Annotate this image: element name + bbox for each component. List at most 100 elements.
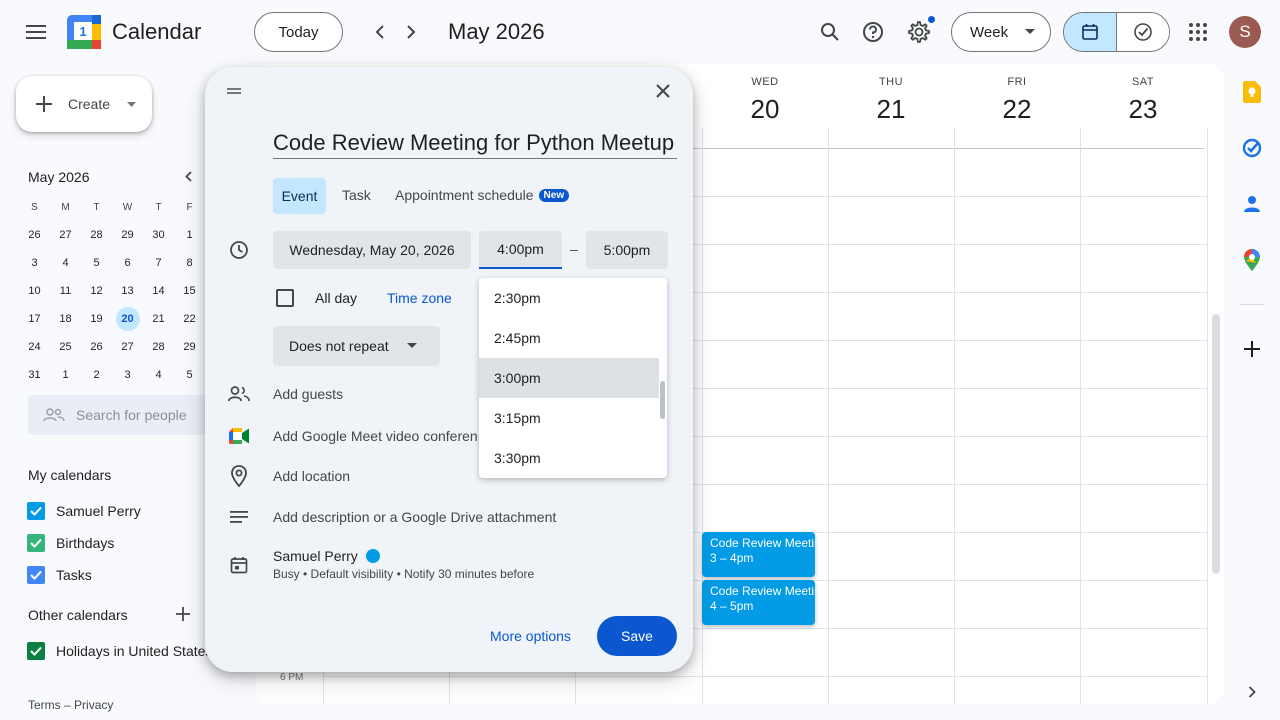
mini-calendar-day[interactable]: 25 (50, 333, 81, 361)
calendar-checkbox[interactable] (27, 566, 45, 584)
calendar-checkbox[interactable] (27, 502, 45, 520)
mini-calendar-day[interactable]: 13 (112, 277, 143, 305)
mini-calendar-day[interactable]: 29 (174, 333, 205, 361)
save-button[interactable]: Save (597, 616, 677, 656)
repeat-selector[interactable]: Does not repeat (273, 326, 440, 366)
event-chip[interactable]: Code Review Meeting for Python Meetup 4 … (702, 580, 815, 625)
all-day-checkbox[interactable] (276, 289, 294, 307)
mini-calendar-day[interactable]: 7 (143, 249, 174, 277)
tab-task[interactable]: Task (342, 187, 371, 203)
date-picker[interactable]: Wednesday, May 20, 2026 (273, 231, 471, 269)
mini-calendar-day[interactable]: 5 (174, 361, 205, 389)
mini-calendar-day[interactable]: 3 (19, 249, 50, 277)
account-avatar[interactable]: S (1229, 16, 1261, 48)
add-description-field[interactable]: Add description or a Google Drive attach… (273, 509, 556, 525)
day-header[interactable]: WED 20 (702, 64, 828, 125)
mini-calendar-day[interactable]: 30 (143, 221, 174, 249)
show-side-panel-button[interactable] (1240, 680, 1264, 704)
mini-calendar-day[interactable]: 15 (174, 277, 205, 305)
start-time-field[interactable]: 4:00pm (479, 231, 562, 269)
calendar-list-item[interactable]: Holidays in United States (27, 642, 212, 660)
privacy-link[interactable]: Privacy (74, 698, 113, 712)
mini-calendar-day[interactable]: 8 (174, 249, 205, 277)
mini-calendar-day[interactable]: 19 (81, 305, 112, 333)
calendar-checkbox[interactable] (27, 642, 45, 660)
owner-details[interactable]: Busy • Default visibility • Notify 30 mi… (273, 567, 534, 581)
calendar-logo[interactable]: 1 (67, 15, 101, 49)
mini-calendar-day[interactable]: 28 (81, 221, 112, 249)
mini-calendar-prev[interactable] (178, 166, 198, 186)
add-other-calendar-button[interactable] (173, 604, 193, 624)
mini-calendar-day[interactable]: 11 (50, 277, 81, 305)
mini-calendar-day[interactable]: 6 (112, 249, 143, 277)
tab-appointment-schedule[interactable]: Appointment schedule New (395, 187, 570, 203)
time-option[interactable]: 3:30pm (479, 438, 659, 478)
mini-calendar-day[interactable]: 18 (50, 305, 81, 333)
mini-calendar-day[interactable]: 21 (143, 305, 174, 333)
mini-calendar-day[interactable]: 20 (112, 305, 143, 333)
end-time-field[interactable]: 5:00pm (586, 231, 668, 269)
keep-button[interactable] (1240, 80, 1264, 104)
close-button[interactable] (649, 77, 677, 105)
mini-calendar-day[interactable]: 1 (50, 361, 81, 389)
mini-calendar-day[interactable]: 2 (81, 361, 112, 389)
main-menu-button[interactable] (20, 16, 52, 48)
calendar-list-item[interactable]: Tasks (27, 566, 92, 584)
other-calendars-title[interactable]: Other calendars (28, 607, 128, 623)
mini-calendar-day[interactable]: 31 (19, 361, 50, 389)
mini-calendar-day[interactable]: 22 (174, 305, 205, 333)
today-button[interactable]: Today (254, 12, 343, 52)
mini-calendar-day[interactable]: 26 (19, 221, 50, 249)
time-option[interactable]: 2:45pm (479, 318, 659, 358)
terms-link[interactable]: Terms (28, 698, 61, 712)
tasks-view-toggle[interactable] (1116, 13, 1169, 51)
previous-week-button[interactable] (364, 16, 396, 48)
time-options-dropdown[interactable]: 2:30pm 2:45pm 3:00pm 3:15pm 3:30pm (479, 278, 667, 478)
tab-event[interactable]: Event (273, 178, 326, 214)
maps-button[interactable] (1240, 248, 1264, 272)
mini-calendar-day[interactable]: 28 (143, 333, 174, 361)
mini-calendar-day[interactable]: 12 (81, 277, 112, 305)
calendar-owner-selector[interactable]: Samuel Perry (273, 548, 380, 564)
next-week-button[interactable] (395, 16, 427, 48)
apps-button[interactable] (1182, 16, 1214, 48)
my-calendars-title[interactable]: My calendars (28, 467, 111, 483)
time-zone-button[interactable]: Time zone (387, 290, 452, 306)
add-location-field[interactable]: Add location (273, 468, 350, 484)
add-google-meet-button[interactable]: Add Google Meet video conferencing (273, 428, 478, 444)
day-header[interactable]: FRI 22 (954, 64, 1080, 125)
time-option[interactable]: 3:00pm (479, 358, 659, 398)
create-button[interactable]: Create (16, 76, 152, 132)
mini-calendar-day[interactable]: 27 (112, 333, 143, 361)
day-header[interactable]: THU 21 (828, 64, 954, 125)
settings-button[interactable] (902, 15, 936, 49)
scrollbar[interactable] (1212, 314, 1220, 574)
time-option[interactable]: 3:15pm (479, 398, 659, 438)
mini-calendar-day[interactable]: 29 (112, 221, 143, 249)
day-header[interactable]: SAT 23 (1080, 64, 1206, 125)
mini-calendar-day[interactable]: 4 (143, 361, 174, 389)
view-selector[interactable]: Week (951, 12, 1051, 52)
calendar-checkbox[interactable] (27, 534, 45, 552)
more-options-button[interactable]: More options (490, 628, 571, 644)
mini-calendar-day[interactable]: 26 (81, 333, 112, 361)
mini-calendar-day[interactable]: 4 (50, 249, 81, 277)
dropdown-scrollbar[interactable] (660, 381, 665, 419)
mini-calendar-day[interactable]: 5 (81, 249, 112, 277)
get-addons-button[interactable] (1240, 337, 1264, 361)
calendar-list-item[interactable]: Birthdays (27, 534, 114, 552)
calendar-list-item[interactable]: Samuel Perry (27, 502, 141, 520)
event-title-input[interactable]: Code Review Meeting for Python Meetup (273, 127, 677, 159)
mini-calendar-day[interactable]: 10 (19, 277, 50, 305)
mini-calendar-day[interactable]: 17 (19, 305, 50, 333)
contacts-button[interactable] (1240, 192, 1264, 216)
calendar-view-toggle[interactable] (1064, 13, 1117, 51)
mini-calendar-day[interactable]: 24 (19, 333, 50, 361)
time-option[interactable]: 2:30pm (479, 278, 659, 318)
mini-calendar-day[interactable]: 27 (50, 221, 81, 249)
event-chip[interactable]: Code Review Meeting for Python Meetup 3 … (702, 532, 815, 577)
mini-calendar-day[interactable]: 14 (143, 277, 174, 305)
search-button[interactable] (814, 16, 846, 48)
add-guests-field[interactable]: Add guests (273, 386, 343, 402)
mini-calendar-day[interactable]: 3 (112, 361, 143, 389)
